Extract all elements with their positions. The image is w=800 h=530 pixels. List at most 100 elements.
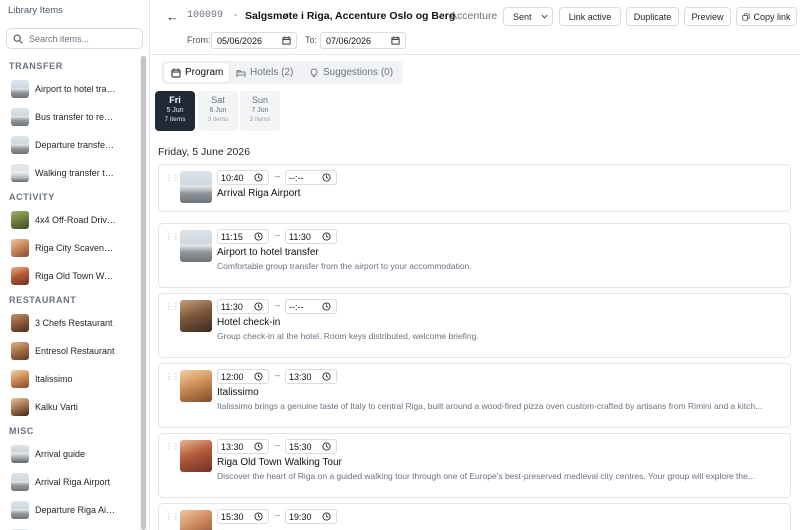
library-item-label: Arrival guide (35, 449, 86, 459)
library-item[interactable]: Italissimo (0, 365, 140, 393)
sidebar-title: Library Items (8, 5, 63, 16)
project-code: 100099 (187, 10, 224, 21)
library-list: TRANSFER Airport to hotel transfer Bus tra… (0, 56, 140, 530)
search-input[interactable] (29, 33, 139, 44)
drag-handle-icon[interactable]: ⋮⋮ (165, 233, 180, 241)
clock-icon[interactable] (254, 173, 263, 182)
header-bar: ← 100099 - Salgsmøte i Riga, Accenture O… (150, 0, 800, 55)
library-item-thumbnail (11, 108, 29, 126)
clock-icon[interactable] (322, 512, 331, 521)
start-time-input[interactable]: 13:30 (217, 439, 269, 454)
end-time-input[interactable]: 19:30 (285, 509, 337, 524)
program-item[interactable]: ⋮⋮ 12:00 –13:30 Italissimo Italissimo brings… (158, 363, 791, 428)
tab-program[interactable]: Program (164, 63, 229, 82)
start-time-input[interactable]: 15:30 (217, 509, 269, 524)
end-time-input[interactable]: --:-- (285, 170, 337, 185)
from-date-input[interactable]: 05/06/2026 (211, 32, 297, 49)
sidebar-category-heading: TRANSFER (9, 61, 63, 71)
tab-suggestions[interactable]: Suggestions (0) (309, 63, 401, 82)
clock-icon[interactable] (254, 442, 263, 451)
day-heading: Friday, 5 June 2026 (158, 146, 251, 158)
program-item-thumbnail (180, 440, 212, 472)
clock-icon[interactable] (322, 173, 331, 182)
library-item[interactable]: Bus transfer to restaurant (0, 103, 140, 131)
tab-hotels[interactable]: Hotels (2) (236, 63, 304, 82)
program-item-thumbnail (180, 300, 212, 332)
start-time-input[interactable]: 11:15 (217, 229, 269, 244)
drag-handle-icon[interactable]: ⋮⋮ (165, 373, 180, 381)
calendar-icon[interactable] (391, 36, 400, 45)
library-item-label: Kalku Varti (35, 402, 78, 412)
project-title: Salgsmøte i Riga, Accenture Oslo og Berg (245, 10, 456, 22)
drag-handle-icon[interactable]: ⋮⋮ (165, 513, 180, 521)
start-time-input-value: 13:30 (221, 441, 244, 452)
time-range-separator: – (275, 300, 281, 310)
program-item[interactable]: ⋮⋮ 13:30 –15:30 Riga Old Town Walking Tour D… (158, 433, 791, 498)
search-icon (13, 34, 23, 44)
end-time-input[interactable]: 13:30 (285, 369, 337, 384)
duplicate-button[interactable]: Duplicate (626, 7, 679, 26)
library-item-thumbnail (11, 342, 29, 360)
library-item[interactable]: Kalku Varti (0, 393, 140, 421)
library-item[interactable]: Departure Riga Airport (0, 496, 140, 524)
program-item[interactable]: ⋮⋮ 11:15 –11:30 Airport to hotel transfer Co… (158, 223, 791, 288)
to-label: To: (305, 35, 318, 45)
library-item[interactable]: Airport to hotel transfer (0, 75, 140, 103)
clock-icon[interactable] (254, 232, 263, 241)
library-item[interactable]: Riga City Scavenger Hunt (0, 234, 140, 262)
library-item[interactable]: Walking transfer to restaurant (0, 159, 140, 187)
clock-icon[interactable] (254, 372, 263, 381)
start-time-input[interactable]: 10:40 (217, 170, 269, 185)
start-time-input[interactable]: 12:00 (217, 369, 269, 384)
link-active-button[interactable]: Link active (559, 7, 621, 26)
status-dropdown[interactable]: Sent (503, 7, 553, 26)
program-item-description: Italissimo brings a genuine taste of Ita… (217, 401, 763, 411)
library-item[interactable] (0, 524, 140, 530)
library-sidebar: Library Items TRANSFER Airport to hotel t… (0, 0, 150, 530)
day-chip[interactable]: Sun 7 Jun 3 items (240, 91, 280, 131)
end-time-input[interactable]: --:-- (285, 299, 337, 314)
library-item[interactable]: 3 Chefs Restaurant (0, 309, 140, 337)
calendar-icon[interactable] (282, 36, 291, 45)
program-item[interactable]: ⋮⋮ 11:30 – --:-- Hotel check-in Group check-i… (158, 293, 791, 358)
clock-icon[interactable] (254, 302, 263, 311)
to-date-input[interactable]: 07/06/2026 (320, 32, 406, 49)
clock-icon[interactable] (322, 442, 331, 451)
library-item[interactable]: Departure transfer to airport (0, 131, 140, 159)
time-range-separator: – (275, 230, 281, 240)
search-box[interactable] (6, 28, 143, 49)
start-time-input[interactable]: 11:30 (217, 299, 269, 314)
program-item[interactable]: ⋮⋮ 15:30 –19:30 (158, 503, 791, 530)
program-item[interactable]: ⋮⋮ 10:40 – --:-- Arrival Riga Airport (158, 164, 791, 212)
drag-handle-icon[interactable]: ⋮⋮ (165, 174, 180, 182)
sidebar-scrollbar[interactable] (140, 56, 147, 530)
library-item-thumbnail (11, 136, 29, 154)
library-item[interactable]: Arrival guide (0, 440, 140, 468)
library-item[interactable]: Entresol Restaurant (0, 337, 140, 365)
day-chip-date: 7 Jun (251, 107, 269, 114)
from-date-value: 05/06/2026 (217, 35, 263, 46)
drag-handle-icon[interactable]: ⋮⋮ (165, 443, 180, 451)
copy-link-button[interactable]: Copy link (736, 7, 797, 26)
lightbulb-icon (310, 68, 318, 77)
day-chip[interactable]: Fri 5 Jun 7 items (155, 91, 195, 131)
clock-icon[interactable] (322, 232, 331, 241)
day-chip[interactable]: Sat 6 Jun 3 items (198, 91, 238, 131)
clock-icon[interactable] (254, 512, 263, 521)
library-item[interactable]: 4x4 Off-Road Driving (0, 206, 140, 234)
preview-button[interactable]: Preview (684, 7, 731, 26)
day-chip-count: 3 items (207, 116, 229, 123)
clock-icon[interactable] (322, 372, 331, 381)
end-time-input[interactable]: 11:30 (285, 229, 337, 244)
clock-icon[interactable] (322, 302, 331, 311)
library-item[interactable]: Arrival Riga Airport (0, 468, 140, 496)
library-item-label: Airport to hotel transfer (35, 84, 117, 94)
end-time-input-value: 19:30 (289, 511, 312, 522)
calendar-icon (171, 68, 181, 77)
arrow-left-icon[interactable]: ← (166, 9, 179, 24)
scrollbar-thumb[interactable] (141, 56, 146, 530)
library-item[interactable]: Riga Old Town Walking Tour (0, 262, 140, 290)
end-time-input[interactable]: 15:30 (285, 439, 337, 454)
drag-handle-icon[interactable]: ⋮⋮ (165, 303, 180, 311)
end-time-input-value: --:-- (289, 301, 304, 312)
